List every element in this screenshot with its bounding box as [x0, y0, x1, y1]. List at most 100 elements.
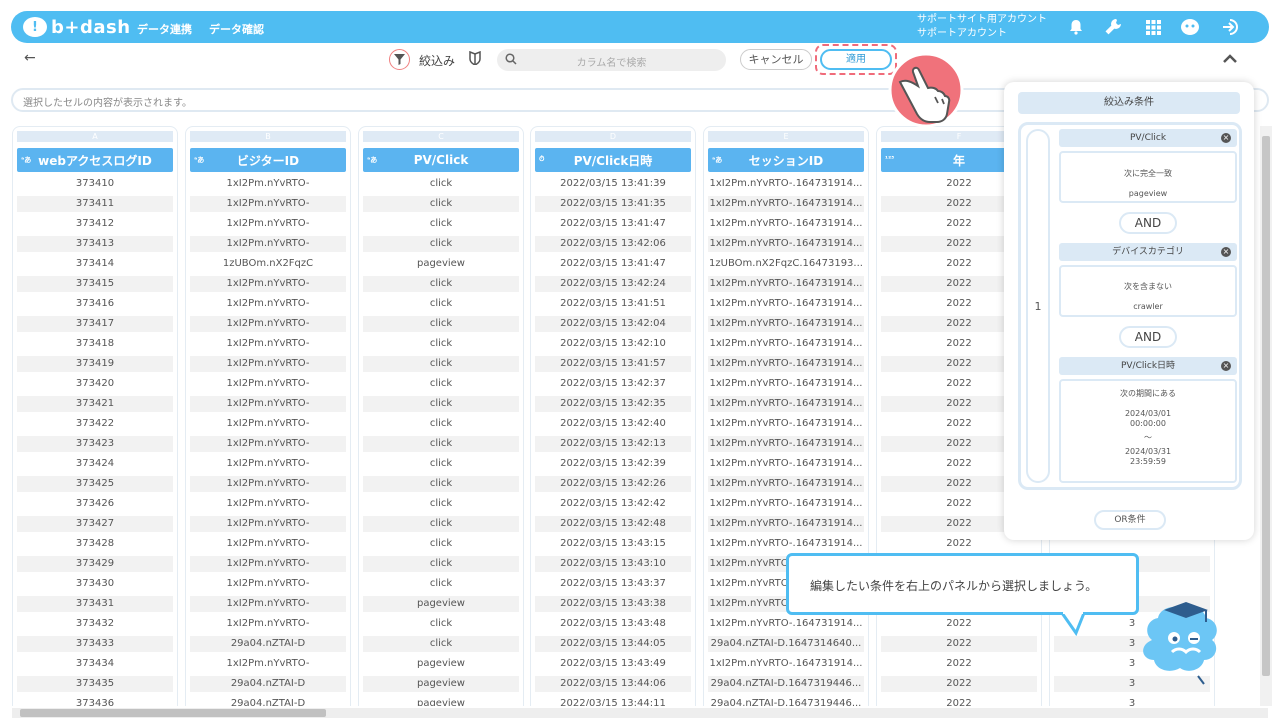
table-cell[interactable]: click [363, 416, 519, 432]
table-cell[interactable]: 1xI2Pm.nYvRTO- [190, 416, 346, 432]
table-cell[interactable]: click [363, 176, 519, 192]
table-cell[interactable]: 1zUBOm.nX2FqzC.16473193... [708, 256, 864, 272]
table-cell[interactable]: 29a04.nZTAI-D [190, 696, 346, 706]
table-cell[interactable]: 373410 [17, 176, 173, 192]
table-cell[interactable]: 373432 [17, 616, 173, 632]
remove-condition-icon[interactable]: × [1221, 361, 1231, 371]
table-cell[interactable]: 373435 [17, 676, 173, 692]
table-cell[interactable]: 2022/03/15 13:41:47 [535, 256, 691, 272]
table-cell[interactable]: 2022/03/15 13:43:38 [535, 596, 691, 612]
condition-title-pvclick[interactable]: PV/Click × [1059, 129, 1237, 147]
table-cell[interactable]: click [363, 476, 519, 492]
table-cell[interactable]: 2022/03/15 13:42:24 [535, 276, 691, 292]
table-cell[interactable]: 373434 [17, 656, 173, 672]
cancel-button[interactable]: キャンセル [740, 49, 812, 70]
table-cell[interactable]: 1xI2Pm.nYvRTO-.164731914... [708, 476, 864, 492]
horizontal-scrollbar[interactable] [12, 708, 1268, 718]
table-cell[interactable]: 373423 [17, 436, 173, 452]
table-cell[interactable]: 1xI2Pm.nYvRTO-.164731914... [708, 356, 864, 372]
bell-icon[interactable] [1066, 17, 1086, 37]
table-cell[interactable]: 1xI2Pm.nYvRTO- [190, 236, 346, 252]
table-cell[interactable]: click [363, 436, 519, 452]
table-cell[interactable]: 2022/03/15 13:42:35 [535, 396, 691, 412]
table-cell[interactable]: click [363, 296, 519, 312]
table-cell[interactable]: 2022 [881, 616, 1037, 632]
table-cell[interactable]: 1xI2Pm.nYvRTO- [190, 576, 346, 592]
column-header[interactable]: ᵃあ ビジターID [190, 148, 346, 172]
table-cell[interactable]: 2022/03/15 13:44:11 [535, 696, 691, 706]
condition-body-pvclick[interactable]: 次に完全一致 pageview [1059, 151, 1237, 203]
or-condition-button[interactable]: OR条件 [1094, 510, 1166, 530]
logo[interactable]: ! b+dash [23, 16, 131, 38]
table-cell[interactable]: 2022 [881, 696, 1037, 706]
table-cell[interactable]: click [363, 456, 519, 472]
remove-condition-icon[interactable]: × [1221, 133, 1231, 143]
table-cell[interactable]: 1xI2Pm.nYvRTO-.164731914... [708, 616, 864, 632]
table-cell[interactable]: 2022/03/15 13:41:51 [535, 296, 691, 312]
column-letter[interactable]: B [190, 131, 346, 142]
filter-icon[interactable] [389, 49, 410, 70]
and-button[interactable]: AND [1119, 212, 1177, 234]
condition-title-device[interactable]: デバイスカテゴリ × [1059, 243, 1237, 261]
table-cell[interactable]: 2022/03/15 13:43:48 [535, 616, 691, 632]
table-cell[interactable]: 373436 [17, 696, 173, 706]
table-cell[interactable]: 1xI2Pm.nYvRTO- [190, 176, 346, 192]
grid-column[interactable]: Bᵃあ ビジターID 1xI2Pm.nYvRTO- 1xI2Pm.nYvRTO- 1xI… [185, 126, 351, 706]
table-cell[interactable]: 1xI2Pm.nYvRTO-.164731914... [708, 236, 864, 252]
table-cell[interactable]: 373416 [17, 296, 173, 312]
table-cell[interactable]: 373422 [17, 416, 173, 432]
table-cell[interactable]: 373421 [17, 396, 173, 412]
column-header[interactable]: ᵃあ PV/Click [363, 148, 519, 172]
table-cell[interactable]: 1xI2Pm.nYvRTO-.164731914... [708, 196, 864, 212]
table-cell[interactable]: 1xI2Pm.nYvRTO- [190, 496, 346, 512]
column-letter[interactable]: A [17, 131, 173, 142]
table-cell[interactable]: 1xI2Pm.nYvRTO-.164731914... [708, 396, 864, 412]
table-cell[interactable]: 2022/03/15 13:42:40 [535, 416, 691, 432]
column-letter[interactable]: E [708, 131, 864, 142]
table-cell[interactable]: click [363, 556, 519, 572]
column-header[interactable]: ⏱ PV/Click日時 [535, 148, 691, 172]
table-cell[interactable]: 1xI2Pm.nYvRTO- [190, 476, 346, 492]
column-letter[interactable]: C [363, 131, 519, 142]
table-cell[interactable]: 29a04.nZTAI-D.1647319446... [708, 696, 864, 706]
table-cell[interactable]: 1xI2Pm.nYvRTO-.164731914... [708, 216, 864, 232]
table-cell[interactable]: 373429 [17, 556, 173, 572]
table-cell[interactable]: 373425 [17, 476, 173, 492]
table-cell[interactable]: click [363, 336, 519, 352]
back-arrow-icon[interactable]: ← [24, 50, 36, 66]
table-cell[interactable]: 2022/03/15 13:42:04 [535, 316, 691, 332]
table-cell[interactable]: 1xI2Pm.nYvRTO-.164731914... [708, 416, 864, 432]
table-cell[interactable]: 1xI2Pm.nYvRTO-.164731914... [708, 296, 864, 312]
vertical-scrollbar[interactable] [1260, 126, 1272, 706]
nav-data-check[interactable]: データ確認 [209, 21, 264, 37]
table-cell[interactable]: 1xI2Pm.nYvRTO-.164731914... [708, 496, 864, 512]
table-cell[interactable]: 2022 [881, 636, 1037, 652]
table-cell[interactable]: 1xI2Pm.nYvRTO- [190, 436, 346, 452]
table-cell[interactable]: 2022/03/15 13:43:37 [535, 576, 691, 592]
grid-column[interactable]: Eᵃあ セッションID 1xI2Pm.nYvRTO-.164731914... 1xI… [703, 126, 869, 706]
table-cell[interactable]: 373419 [17, 356, 173, 372]
table-cell[interactable]: 373413 [17, 236, 173, 252]
vertical-scroll-thumb[interactable] [1262, 136, 1270, 676]
table-cell[interactable]: 1xI2Pm.nYvRTO- [190, 356, 346, 372]
table-cell[interactable]: 2022/03/15 13:41:57 [535, 356, 691, 372]
remove-condition-icon[interactable]: × [1221, 247, 1231, 257]
table-cell[interactable]: 1xI2Pm.nYvRTO- [190, 516, 346, 532]
table-cell[interactable]: 1xI2Pm.nYvRTO- [190, 216, 346, 232]
table-cell[interactable]: 3 [1054, 696, 1210, 706]
table-cell[interactable]: 373433 [17, 636, 173, 652]
table-cell[interactable]: 373424 [17, 456, 173, 472]
table-cell[interactable]: 2022/03/15 13:42:39 [535, 456, 691, 472]
table-cell[interactable]: 2022/03/15 13:42:42 [535, 496, 691, 512]
table-cell[interactable]: 1xI2Pm.nYvRTO- [190, 396, 346, 412]
horizontal-scroll-thumb[interactable] [20, 709, 326, 717]
column-letter[interactable]: D [535, 131, 691, 142]
table-cell[interactable]: 2022/03/15 13:42:48 [535, 516, 691, 532]
grid-column[interactable]: Cᵃあ PV/Click click click click click pageview c… [358, 126, 524, 706]
table-cell[interactable]: 373412 [17, 216, 173, 232]
bookmark-shield-icon[interactable] [469, 51, 481, 65]
grid-column[interactable]: Aᵃあ webアクセスログID 373410 373411 373412 373413 37… [12, 126, 178, 706]
table-cell[interactable]: 1xI2Pm.nYvRTO- [190, 596, 346, 612]
table-cell[interactable]: 1xI2Pm.nYvRTO- [190, 456, 346, 472]
table-cell[interactable]: 1xI2Pm.nYvRTO- [190, 296, 346, 312]
